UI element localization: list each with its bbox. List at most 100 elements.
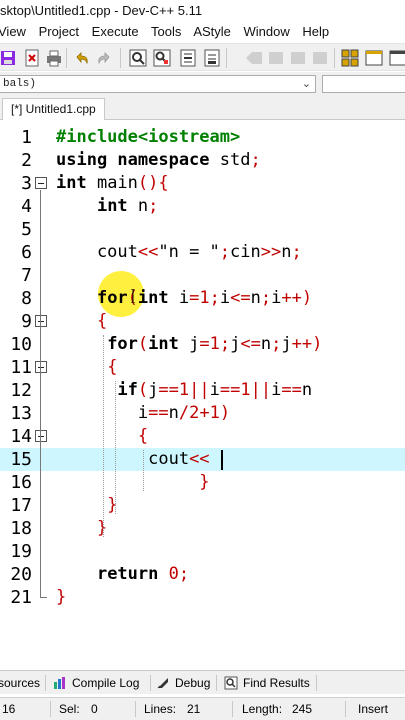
code-token: cout	[56, 242, 138, 262]
line-number: 19	[10, 541, 32, 562]
code-line[interactable]: 21}	[0, 586, 405, 609]
code-line[interactable]: 8 for(int i=1;i<=n;i++)	[0, 287, 405, 310]
line-number: 20	[10, 564, 32, 585]
code-line[interactable]: 4 int n;	[0, 195, 405, 218]
code-token: <<	[137, 242, 159, 262]
code-line[interactable]: 11 {	[0, 356, 405, 379]
status-length-value: 245	[292, 702, 313, 716]
code-token: (	[137, 334, 149, 354]
code-text: #include<iostream>	[56, 126, 240, 149]
code-line[interactable]: 20 return 0;	[0, 563, 405, 586]
function-selector[interactable]: bals) ⌄	[0, 75, 316, 93]
menu-astyle[interactable]: AStyle	[193, 24, 231, 39]
menu-execute[interactable]: Execute	[92, 24, 139, 39]
code-token: n	[281, 242, 292, 262]
save-icon[interactable]	[0, 48, 18, 68]
code-text: {	[56, 356, 117, 379]
code-text: for(int i=1;i<=n;i++)	[56, 287, 312, 310]
code-token: for	[107, 334, 138, 354]
code-line[interactable]: 1 #include<iostream>	[0, 126, 405, 149]
compile-run-icon[interactable]	[288, 48, 308, 68]
code-token: #include<iostream>	[56, 127, 241, 147]
code-line[interactable]: 18 }	[0, 517, 405, 540]
class-selector[interactable]	[322, 75, 405, 93]
menu-view[interactable]: View	[0, 24, 26, 39]
fold-toggle-icon[interactable]	[35, 177, 47, 189]
menu-tools[interactable]: Tools	[151, 24, 181, 39]
print-icon[interactable]	[44, 48, 64, 68]
goto-line-icon[interactable]	[178, 48, 198, 68]
fold-toggle-icon[interactable]	[35, 430, 47, 442]
status-bar: 16 Sel: 0 Lines: 21 Length: 245 Insert	[0, 697, 405, 720]
fold-toggle-icon[interactable]	[35, 361, 47, 373]
line-number: 14	[10, 426, 32, 447]
compile-icon[interactable]	[244, 48, 264, 68]
code-line[interactable]: 6 cout<<"n = ";cin>>n;	[0, 241, 405, 264]
code-line[interactable]: 14 {	[0, 425, 405, 448]
fold-toggle-icon[interactable]	[35, 315, 47, 327]
code-token: using namespace	[56, 150, 210, 170]
ibeam-cursor-icon	[131, 289, 135, 303]
line-number: 16	[10, 472, 32, 493]
project-icon[interactable]	[340, 48, 360, 68]
code-line[interactable]: 10 for(int j=1;j<=n;j++)	[0, 333, 405, 356]
code-token: j	[281, 334, 292, 354]
code-token: }	[199, 472, 210, 492]
tab-untitled1[interactable]: [*] Untitled1.cpp	[2, 98, 105, 120]
class-browser-icon[interactable]	[364, 48, 384, 68]
code-line[interactable]: 2 using namespace std;	[0, 149, 405, 172]
window-title: sktop\Untitled1.cpp - Dev-C++ 5.11	[0, 0, 405, 22]
code-editor[interactable]: 1 #include<iostream> 2 using namespace std;…	[0, 121, 405, 666]
code-line[interactable]: 17 }	[0, 494, 405, 517]
bookmark-icon[interactable]	[202, 48, 222, 68]
line-number: 1	[21, 127, 32, 148]
window-icon[interactable]	[388, 48, 405, 68]
code-line[interactable]: 15 cout<<	[0, 448, 405, 471]
code-token: ;	[148, 196, 159, 216]
code-line[interactable]: 5	[0, 218, 405, 241]
run-icon[interactable]	[266, 48, 286, 68]
code-line[interactable]: 3 int main(){	[0, 172, 405, 195]
code-line[interactable]: 12 if(j==1||i==1||i==n	[0, 379, 405, 402]
find-icon[interactable]	[128, 48, 148, 68]
indent-guide	[115, 381, 116, 514]
replace-icon[interactable]	[152, 48, 172, 68]
status-sel-label: Sel:	[59, 702, 80, 716]
code-token: ++)	[281, 288, 313, 308]
redo-icon[interactable]	[94, 48, 114, 68]
tab-find-results-label: Find Results	[243, 676, 310, 690]
code-line[interactable]: 9 {	[0, 310, 405, 333]
menu-window[interactable]: Window	[244, 24, 290, 39]
status-lines-value: 21	[187, 702, 201, 716]
code-token: ||	[189, 380, 210, 400]
menu-project[interactable]: Project	[39, 24, 79, 39]
tab-label: [*] Untitled1.cpp	[11, 102, 96, 116]
code-line[interactable]: 16 }	[0, 471, 405, 494]
rebuild-icon[interactable]	[310, 48, 330, 68]
tab-debug-label: Debug	[175, 676, 211, 690]
chevron-down-icon[interactable]: ⌄	[302, 77, 311, 93]
undo-icon[interactable]	[72, 48, 92, 68]
code-line[interactable]: 13 i==n/2+1)	[0, 402, 405, 425]
close-file-icon[interactable]	[22, 48, 42, 68]
code-token: (){	[137, 173, 169, 193]
line-number: 7	[21, 265, 32, 286]
code-text: }	[56, 517, 107, 540]
code-line[interactable]: 19	[0, 540, 405, 563]
code-text: {	[56, 310, 107, 333]
code-token: ==	[158, 380, 179, 400]
text-cursor	[221, 450, 223, 470]
code-line[interactable]: 7	[0, 264, 405, 287]
code-text: return 0;	[56, 563, 189, 586]
code-token: ==	[281, 380, 302, 400]
menu-help[interactable]: Help	[302, 24, 329, 39]
status-separator	[232, 701, 233, 717]
